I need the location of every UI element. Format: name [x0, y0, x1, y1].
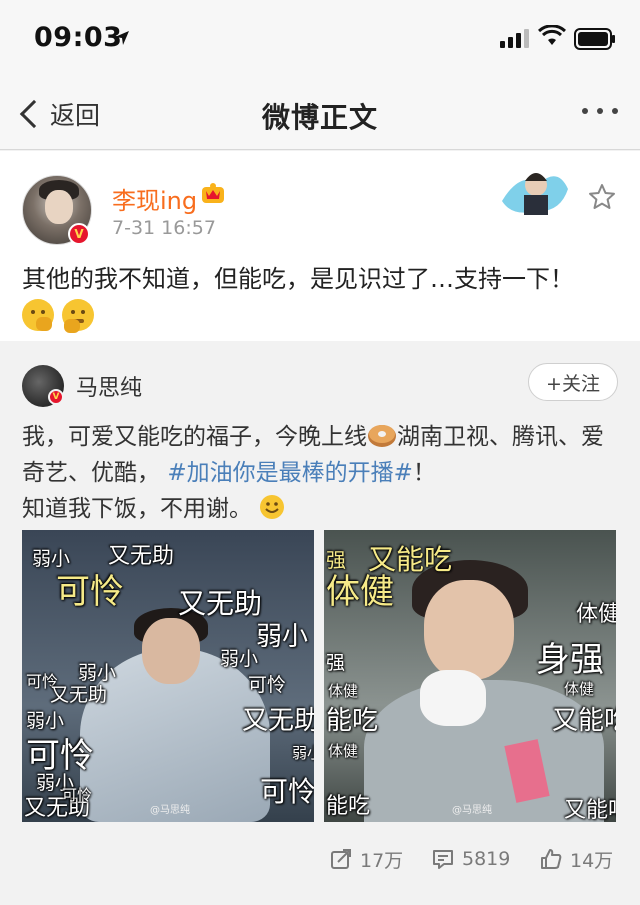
- thumbs-up-icon: [541, 849, 562, 869]
- post-emoji-row: [22, 299, 94, 333]
- image-watermark: @马思纯: [150, 805, 190, 816]
- repost-text: 我，可爱又能吃的福子，今晚上线 湖南卫视、腾讯、爱奇艺、优酷， #加油你是最棒的开…: [22, 419, 622, 527]
- vip-crown-icon: [202, 183, 224, 203]
- hashtag-link[interactable]: #加油你是最棒的开播#: [167, 460, 413, 486]
- dot-icon: [582, 108, 588, 114]
- favorite-star-icon[interactable]: [588, 183, 616, 211]
- caption: 身强: [536, 640, 604, 680]
- caption: 弱小: [256, 622, 309, 652]
- caption: 体健: [328, 682, 359, 700]
- repost-icon: [331, 849, 351, 869]
- comment-icon: [433, 850, 453, 869]
- cellular-signal-icon: [500, 29, 529, 48]
- post-image-2[interactable]: 强 又能吃 体健 体健 身强 强 体健 体健 能吃 又能吃 体健 能吃 又能吃 …: [324, 530, 616, 822]
- like-button[interactable]: 14万: [540, 845, 613, 873]
- shy-emoji-icon: [62, 299, 94, 333]
- caption: 能吃: [326, 794, 371, 819]
- caption: 体健: [326, 572, 394, 612]
- caption: 体健: [576, 602, 616, 627]
- caption: 体健: [328, 742, 359, 760]
- caption: 弱小: [220, 648, 259, 670]
- caption: 可怜: [248, 674, 287, 696]
- avatar-face: [45, 190, 73, 224]
- post-timestamp: 7-31 16:57: [112, 217, 216, 239]
- repost-button[interactable]: 17万: [330, 845, 403, 873]
- caption: 弱小: [292, 744, 314, 762]
- post-actions-bar: 17万 5819 14万: [0, 833, 640, 905]
- emoji-hand: [64, 319, 80, 333]
- image-watermark: @马思纯: [452, 805, 492, 816]
- caption: 又无助: [242, 706, 314, 736]
- more-options-button[interactable]: [582, 108, 618, 114]
- image-cloth: [420, 670, 486, 726]
- caption: 又能吃: [564, 798, 616, 822]
- repost-text-line3: 知道我下饭，不用谢。: [22, 496, 252, 522]
- status-time: 09:03: [34, 22, 123, 53]
- weibo-post: V 李现ing 7-31 16:57 其他的我不知道，但能吃，是见识过了…支持一…: [0, 151, 640, 341]
- caption: 能吃: [326, 706, 379, 736]
- profile-decoration-card-icon: [502, 173, 568, 215]
- battery-icon: [574, 28, 615, 50]
- image-person-face: [142, 618, 200, 684]
- caption: 体健: [564, 680, 595, 698]
- post-image-1[interactable]: 弱小 又无助 可怜 又无助 弱小 弱小 可怜 弱小 又无助 可怜 弱小 又无助 …: [22, 530, 314, 822]
- caption: 又能吃: [552, 706, 616, 736]
- emoji-hand: [36, 317, 52, 331]
- donut-emoji-icon: [368, 425, 396, 447]
- caption: 可怜: [260, 775, 314, 808]
- follow-button[interactable]: +关注: [528, 363, 618, 401]
- dot-icon: [597, 108, 603, 114]
- repost-author-name[interactable]: 马思纯: [76, 370, 142, 402]
- verified-badge-icon: V: [48, 389, 64, 405]
- image-person-face: [424, 580, 514, 680]
- caption: 又无助: [178, 587, 263, 620]
- repost-text-part3: ！: [412, 460, 436, 486]
- repost-count: 17万: [360, 849, 404, 872]
- page-title: 微博正文: [261, 101, 378, 134]
- thinking-emoji-icon: [22, 299, 54, 331]
- wifi-icon: [538, 25, 566, 45]
- comment-count: 5819: [462, 848, 511, 870]
- repost-text-part1: 我，可爱又能吃的福子，今晚上线: [22, 424, 367, 450]
- nav-bar: 返回 微博正文: [0, 78, 640, 150]
- caption: 强: [326, 652, 346, 674]
- location-arrow-icon: [115, 31, 129, 45]
- reposted-weibo[interactable]: V 马思纯 +关注 我，可爱又能吃的福子，今晚上线 湖南卫视、腾讯、爱奇艺、优酷，…: [0, 343, 640, 833]
- verified-badge-icon: V: [68, 223, 90, 245]
- caption: 又无助: [50, 684, 108, 706]
- comment-button[interactable]: 5819: [432, 845, 510, 873]
- smile-emoji-icon: [260, 495, 285, 519]
- like-count: 14万: [570, 849, 614, 872]
- author-name[interactable]: 李现ing: [112, 181, 197, 216]
- post-text: 其他的我不知道，但能吃，是见识过了…支持一下！: [22, 265, 574, 293]
- caption: 可怜: [56, 572, 124, 612]
- status-bar: 09:03: [0, 0, 640, 78]
- dot-icon: [612, 108, 618, 114]
- caption: 可怜: [62, 786, 93, 804]
